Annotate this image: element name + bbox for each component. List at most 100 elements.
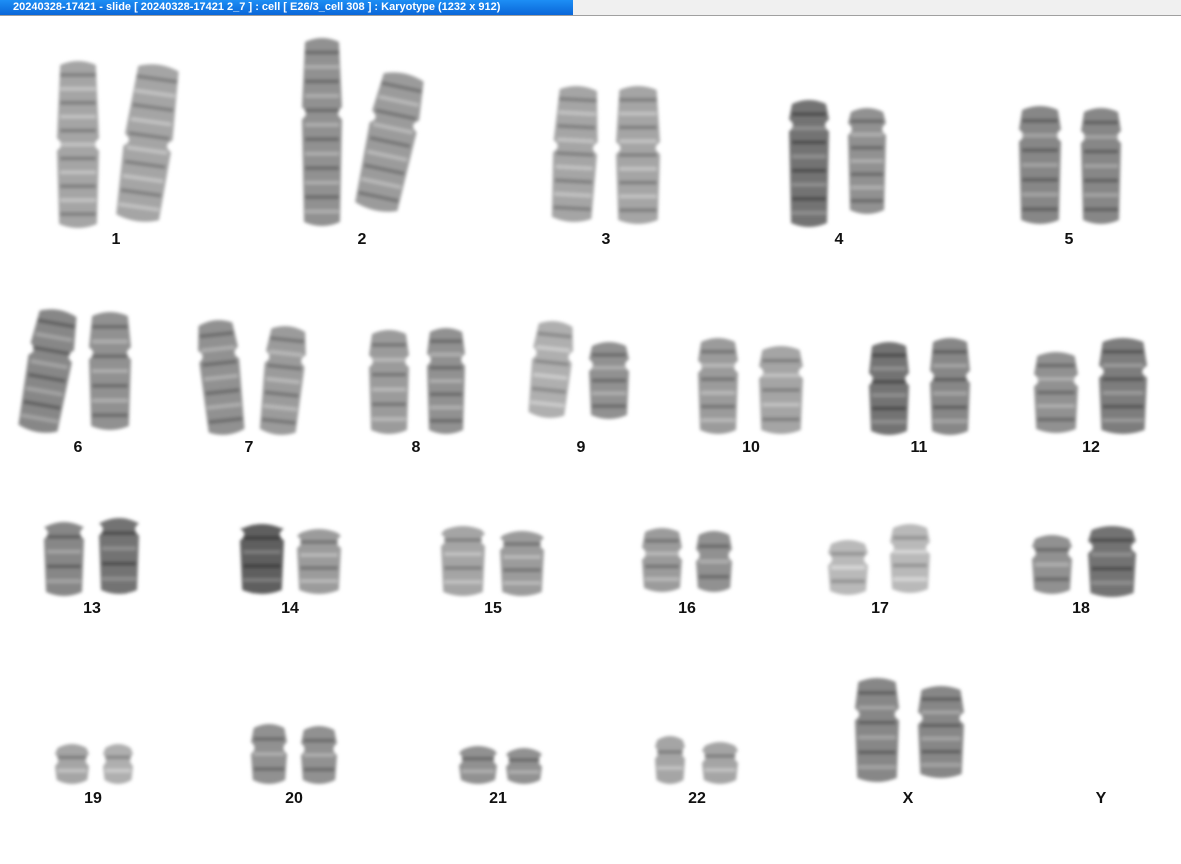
chromosome-5-b[interactable] xyxy=(1081,108,1121,224)
chromosome-pair-8[interactable] xyxy=(369,328,465,434)
chromosome-19-b[interactable] xyxy=(103,744,133,784)
chromosome-body xyxy=(297,529,341,594)
chromosome-band xyxy=(619,180,657,185)
chromosome-band xyxy=(429,379,463,383)
chromosome-16-b[interactable] xyxy=(696,531,732,592)
chromosome-pair-17[interactable] xyxy=(828,524,930,595)
chromosome-pair-13[interactable] xyxy=(44,518,139,596)
chromosome-X-a[interactable] xyxy=(855,678,899,782)
chromosome-1-b[interactable] xyxy=(113,61,183,224)
chromosome-4-b[interactable] xyxy=(848,108,886,214)
chromosome-X-b[interactable] xyxy=(918,686,964,778)
chromosome-6-b[interactable] xyxy=(89,312,131,430)
chromosome-pair-14[interactable] xyxy=(240,524,341,594)
chromosome-band xyxy=(619,166,657,171)
chromosome-8-b[interactable] xyxy=(427,328,465,434)
chromosome-11-b[interactable] xyxy=(930,338,970,435)
chromosome-band xyxy=(429,392,463,397)
chromosome-pair-12[interactable] xyxy=(1034,338,1147,434)
chromosome-pair-18[interactable] xyxy=(1032,526,1136,597)
chromosome-pair-19[interactable] xyxy=(55,744,133,784)
chromosome-band xyxy=(850,185,884,190)
chromosome-19-a[interactable] xyxy=(55,744,89,784)
chromosome-pair-21[interactable] xyxy=(459,746,542,784)
chromosome-7-a[interactable] xyxy=(195,318,247,437)
chromosome-band xyxy=(1102,349,1144,354)
chromosome-16-a[interactable] xyxy=(642,528,682,592)
chromosome-band xyxy=(444,538,482,542)
chromosome-pair-2[interactable] xyxy=(302,38,428,226)
chromosome-3-a[interactable] xyxy=(549,85,600,223)
chromosome-pair-10[interactable] xyxy=(698,338,803,434)
chromosome-band xyxy=(858,735,896,740)
chromosome-band xyxy=(105,755,131,760)
chromosome-band xyxy=(92,369,128,373)
chromosome-band xyxy=(1035,562,1069,567)
chromosome-14-a[interactable] xyxy=(240,524,284,594)
chromosome-7-b[interactable] xyxy=(257,324,308,437)
chromosome-band xyxy=(503,581,541,585)
chromosome-10-b[interactable] xyxy=(759,346,803,434)
chromosome-band xyxy=(762,373,800,378)
chromosome-13-a[interactable] xyxy=(44,522,84,596)
chromosome-9-b[interactable] xyxy=(589,342,629,419)
chromosome-pair-9[interactable] xyxy=(526,319,629,420)
chromosome-pair-4[interactable] xyxy=(789,100,886,227)
chromosome-band xyxy=(921,749,961,754)
chromosome-pair-22[interactable] xyxy=(655,736,738,784)
chromosome-pair-6[interactable] xyxy=(16,306,131,436)
chromosome-1-a[interactable] xyxy=(57,61,99,228)
chromosome-band xyxy=(92,339,128,344)
chromosome-pair-1[interactable] xyxy=(57,61,183,228)
chromosome-band xyxy=(47,564,81,569)
chromosome-band xyxy=(60,184,96,189)
chromosome-20-a[interactable] xyxy=(251,724,287,784)
chromosome-11-a[interactable] xyxy=(869,342,909,435)
chromosome-pair-5[interactable] xyxy=(1019,106,1121,224)
chromosome-21-a[interactable] xyxy=(459,746,497,784)
chromosome-12-b[interactable] xyxy=(1099,338,1147,434)
chromosome-pair-11[interactable] xyxy=(869,338,970,435)
chromosome-18-a[interactable] xyxy=(1032,535,1072,594)
chromosome-4-a[interactable] xyxy=(789,100,829,227)
chromosome-band xyxy=(872,353,906,358)
chromosome-22-a[interactable] xyxy=(655,736,685,784)
chromosome-band xyxy=(508,770,540,774)
chromosome-band xyxy=(698,574,730,579)
chromosome-pair-7[interactable] xyxy=(195,318,308,437)
chromosome-17-a[interactable] xyxy=(828,540,868,595)
chromosome-band xyxy=(305,122,339,127)
chromosome-pair-15[interactable] xyxy=(441,526,544,596)
chromosome-band xyxy=(429,365,463,370)
chromosome-18-b[interactable] xyxy=(1088,526,1136,597)
chromosome-pair-X[interactable] xyxy=(855,678,964,782)
chromosome-band xyxy=(792,154,826,159)
chromosome-2-a[interactable] xyxy=(302,38,342,226)
chromosome-13-b[interactable] xyxy=(99,518,139,594)
chromosome-21-b[interactable] xyxy=(506,748,542,784)
chromosome-5-a[interactable] xyxy=(1019,106,1061,224)
chromosome-9-a[interactable] xyxy=(526,319,576,420)
chromosome-6-a[interactable] xyxy=(16,306,81,436)
chromosome-10-a[interactable] xyxy=(698,338,738,434)
chromosome-15-a[interactable] xyxy=(441,526,485,596)
chromosome-band xyxy=(305,195,339,200)
chromosome-22-b[interactable] xyxy=(702,742,738,784)
chromosome-pair-16[interactable] xyxy=(642,528,732,592)
chromosome-2-b[interactable] xyxy=(352,69,428,216)
chromosome-band xyxy=(47,549,81,554)
chromosome-pair-20[interactable] xyxy=(251,724,337,784)
chromosome-8-a[interactable] xyxy=(369,330,409,434)
chromosome-15-b[interactable] xyxy=(500,531,544,596)
chromosome-17-b[interactable] xyxy=(890,524,930,593)
chromosome-band xyxy=(921,762,961,767)
chromosome-pair-3[interactable] xyxy=(549,85,660,224)
chromosome-20-b[interactable] xyxy=(301,726,337,784)
chromosome-band xyxy=(243,536,281,540)
window-title[interactable]: 20240328-17421 - slide [ 20240328-17421 … xyxy=(0,0,573,15)
chromosome-12-a[interactable] xyxy=(1034,352,1078,433)
chromosome-14-b[interactable] xyxy=(297,529,341,594)
chromosome-3-b[interactable] xyxy=(616,86,660,224)
chromosome-band xyxy=(792,182,826,187)
chromosome-band xyxy=(872,393,906,398)
